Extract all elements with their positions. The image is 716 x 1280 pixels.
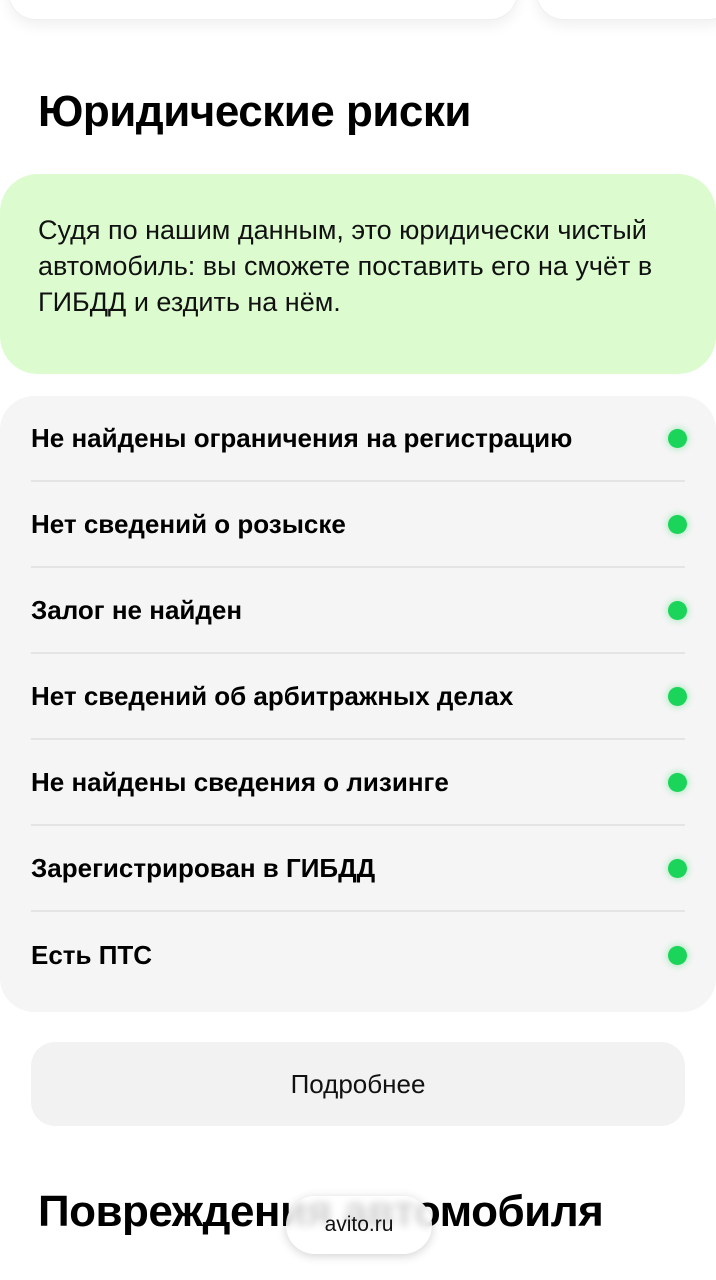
more-details-button[interactable]: Подробнее [31, 1042, 685, 1126]
legal-risks-title: Юридические риски [38, 87, 471, 136]
list-item: Нет сведений об арбитражных делах [31, 654, 687, 740]
status-ok-dot-icon [668, 858, 687, 878]
list-item: Нет сведений о розыске [31, 482, 687, 568]
legal-verdict-text: Судя по нашим данным, это юридически чис… [38, 215, 653, 317]
status-ok-dot-icon [668, 772, 687, 792]
legal-verdict-banner: Судя по нашим данным, это юридически чис… [0, 174, 716, 374]
report-page: Юридические риски Судя по нашим данным, … [0, 0, 716, 1280]
previous-card-right[interactable] [536, 0, 716, 20]
status-ok-dot-icon [668, 600, 687, 620]
status-ok-dot-icon [668, 686, 687, 706]
list-item: Не найдены ограничения на регистрацию [31, 396, 687, 482]
check-label: Нет сведений о розыске [31, 508, 346, 539]
status-ok-dot-icon [668, 428, 687, 448]
check-label: Не найдены сведения о лизинге [31, 766, 449, 797]
list-item: Есть ПТС [31, 912, 687, 998]
legal-checks-list: Не найдены ограничения на регистрацию Не… [0, 396, 716, 1012]
list-item: Не найдены сведения о лизинге [31, 740, 687, 826]
url-text: avito.ru [324, 1213, 394, 1236]
check-label: Залог не найден [31, 594, 243, 625]
browser-url-bar[interactable]: avito.ru [286, 1196, 432, 1254]
previous-card-left[interactable] [8, 0, 518, 20]
list-item: Зарегистрирован в ГИБДД [31, 826, 687, 912]
check-label: Не найдены ограничения на регистрацию [31, 422, 573, 453]
status-ok-dot-icon [668, 514, 687, 534]
list-item: Залог не найден [31, 568, 687, 654]
check-label: Зарегистрирован в ГИБДД [31, 852, 376, 883]
status-ok-dot-icon [668, 945, 687, 965]
check-label: Есть ПТС [31, 939, 153, 970]
check-label: Нет сведений об арбитражных делах [31, 680, 514, 711]
